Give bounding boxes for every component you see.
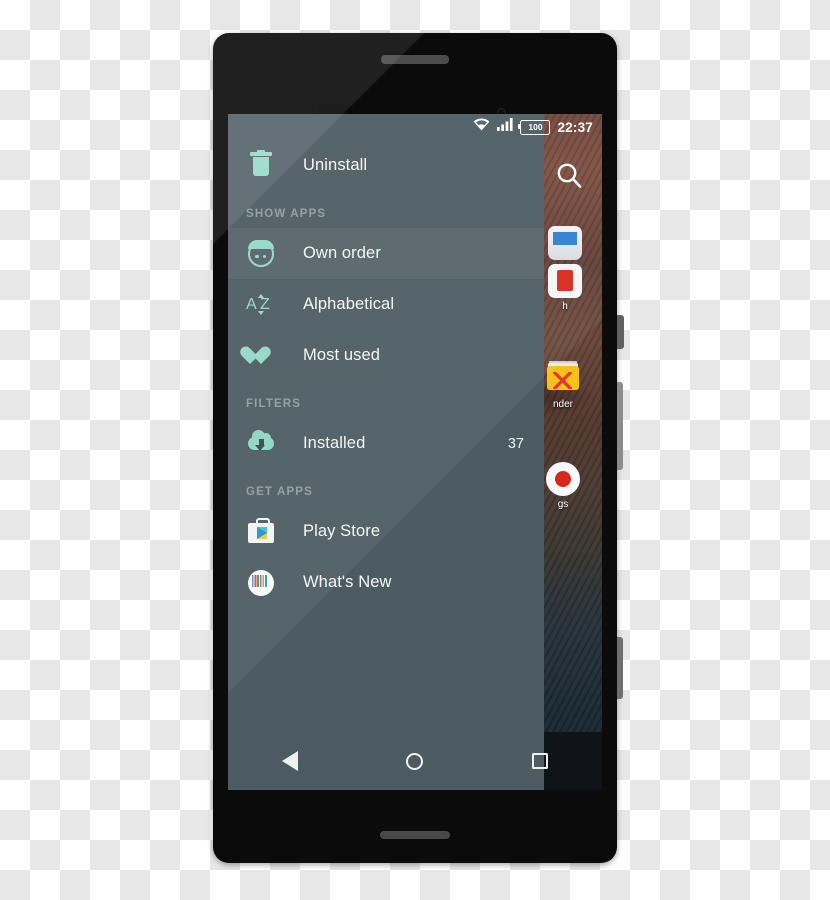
cellular-signal-icon xyxy=(497,118,514,136)
section-header-show-apps: SHOW APPS xyxy=(246,208,327,220)
search-icon[interactable] xyxy=(554,160,584,195)
power-button[interactable] xyxy=(617,315,624,349)
drawer-item-own-order[interactable]: Own order xyxy=(228,228,544,279)
battery-level: 100 xyxy=(528,121,543,132)
earpiece-speaker xyxy=(381,55,449,64)
drawer-item-most-used[interactable]: Most used xyxy=(228,330,544,381)
screenshot-stage: h nder gs Uninstall SHOW APPS Own order … xyxy=(0,0,830,900)
drawer-item-label: Play Store xyxy=(303,522,381,540)
drawer-item-whats-new[interactable]: What's New xyxy=(228,557,544,608)
recents-nav-icon[interactable] xyxy=(520,741,560,781)
back-nav-icon[interactable] xyxy=(270,741,310,781)
home-nav-icon[interactable] xyxy=(395,741,435,781)
blue-document-icon xyxy=(548,226,582,260)
status-bar-clock: 22:37 xyxy=(557,119,593,135)
installed-count: 37 xyxy=(507,435,524,452)
whats-new-icon xyxy=(246,568,276,598)
settings-icon xyxy=(546,462,580,496)
phone-device: h nder gs Uninstall SHOW APPS Own order … xyxy=(213,33,624,863)
drawer-item-label: What's New xyxy=(303,573,392,591)
bottom-speaker xyxy=(380,831,450,839)
sort-az-icon: AZ xyxy=(246,290,276,320)
drawer-item-label: Installed xyxy=(303,434,366,452)
trash-icon xyxy=(246,149,276,181)
drawer-item-label: Uninstall xyxy=(303,156,368,174)
drawer-item-play-store[interactable]: Play Store xyxy=(228,506,544,557)
wifi-icon xyxy=(473,118,490,136)
drawer-item-label: Most used xyxy=(303,346,381,364)
drawer-item-installed[interactable]: Installed 37 xyxy=(228,418,544,469)
play-store-icon xyxy=(246,517,276,547)
drawer-scroll-area[interactable]: Uninstall SHOW APPS Own order AZ Alphabe… xyxy=(228,140,544,732)
file-folder-icon xyxy=(546,362,580,396)
navigation-drawer: Uninstall SHOW APPS Own order AZ Alphabe… xyxy=(228,114,544,790)
drawer-item-uninstall[interactable]: Uninstall xyxy=(228,140,544,191)
drawer-item-alphabetical[interactable]: AZ Alphabetical xyxy=(228,279,544,330)
drawer-item-label: Own order xyxy=(303,244,381,262)
status-bar: 100 22:37 xyxy=(228,114,602,140)
battery-icon: 100 xyxy=(517,119,551,135)
heart-icon xyxy=(246,341,276,371)
camera-button[interactable] xyxy=(617,637,623,699)
drawer-item-label: Alphabetical xyxy=(303,295,395,313)
section-header-filters: FILTERS xyxy=(246,398,302,410)
phone-screen: h nder gs Uninstall SHOW APPS Own order … xyxy=(228,114,602,790)
pdf-reader-icon xyxy=(548,264,582,298)
volume-rocker[interactable] xyxy=(617,382,623,470)
face-icon xyxy=(246,239,276,269)
section-header-get-apps: GET APPS xyxy=(246,486,313,498)
navigation-bar xyxy=(228,732,602,790)
cloud-download-icon xyxy=(246,429,276,459)
